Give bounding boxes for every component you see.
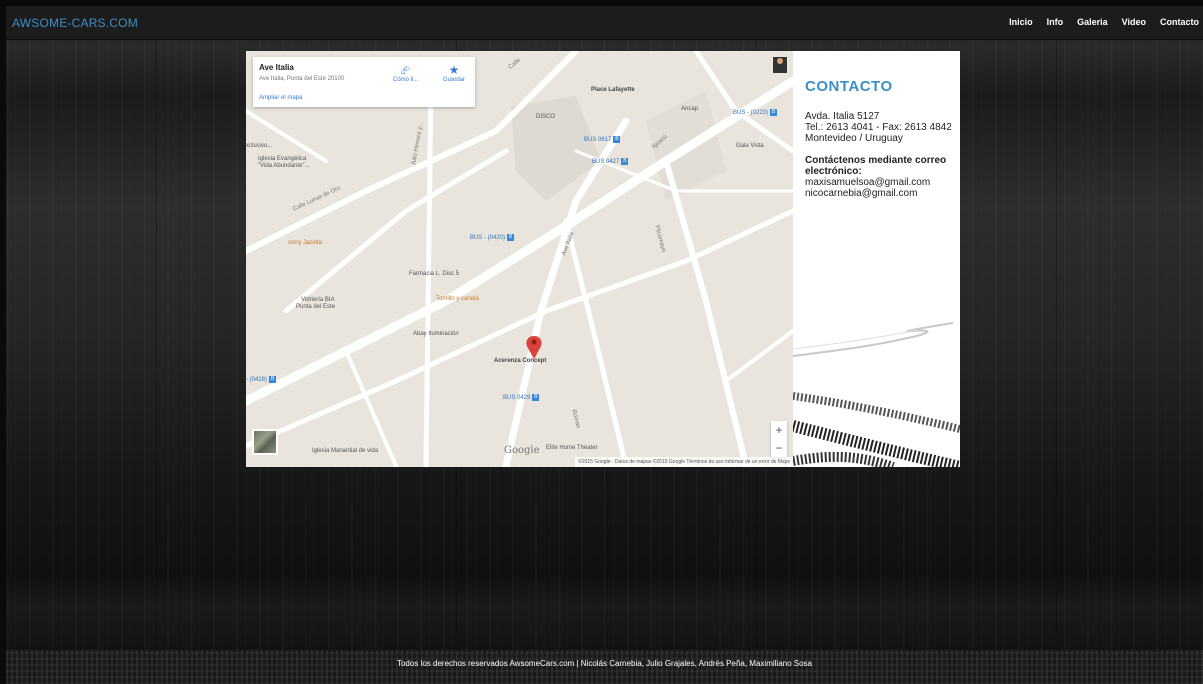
brand-logo[interactable]: AWSOME-CARS.COM: [12, 16, 138, 30]
place-title: Ave Italia: [259, 63, 294, 72]
zoom-out-button[interactable]: −: [771, 439, 787, 457]
save-label: Guardar: [443, 77, 466, 83]
directions-label: Cómo ll...: [393, 77, 419, 83]
content-panel: Ave Italia Ave Italia, Punta del Este 20…: [246, 51, 960, 467]
bus-stop-0428: - (0428) B: [246, 376, 277, 384]
google-logo: Google: [504, 445, 540, 456]
map-label-elite: Elite Home Theater: [546, 445, 598, 451]
map-label-acerenza: Acerenza Concept: [494, 358, 547, 364]
map-label-vidrieria-1: Vidriería BIA: [301, 297, 335, 303]
page-background: AWSOME-CARS.COM Inicio Info Galeria Vide…: [6, 6, 1203, 684]
place-address: Ave Italia, Punta del Este 20100: [259, 76, 345, 82]
bus-stop-0420: BUS - (0420) B: [470, 234, 515, 242]
nav-galeria[interactable]: Galeria: [1077, 17, 1108, 27]
directions-button[interactable]: ⮳ Cómo ll...: [393, 63, 418, 83]
main-nav: Inicio Info Galeria Video Contacto: [1009, 17, 1199, 27]
zoom-in-button[interactable]: +: [771, 421, 787, 439]
map-label-iglesia-1: Iglesia Evangélica: [258, 156, 307, 162]
bus-stop-0427: BUS 0427 B: [592, 158, 629, 166]
map-label-iglesia-2: "Vida Abundante"...: [258, 163, 310, 169]
footer-text: Todos los derechos reservados AwsomeCars…: [396, 659, 812, 668]
bus-stop-0617: BUS 0617 B: [584, 136, 621, 144]
map-label-place-lafayette: Place Lafayette: [591, 87, 635, 93]
satellite-toggle-thumbnail[interactable]: [252, 429, 278, 455]
directions-icon: ⮳: [400, 63, 411, 77]
map-label-disco: DISCO: [536, 114, 556, 120]
save-button[interactable]: ★ Guardar: [443, 63, 465, 83]
nav-video[interactable]: Video: [1122, 17, 1146, 27]
star-icon: ★: [448, 63, 460, 77]
map-label-abay: Abay Iluminación: [413, 331, 459, 337]
road-tire-tracks-decoration: [793, 322, 960, 467]
top-navbar: AWSOME-CARS.COM Inicio Info Galeria Vide…: [6, 6, 1203, 40]
enlarge-map-link[interactable]: Ampliar el mapa: [259, 95, 302, 101]
map-label-gala-vista: Gala Vista: [736, 143, 764, 149]
map-label-exclusivo: xclusivo...: [246, 143, 273, 149]
map-label-farmacia: Farmacia L. Disc 5: [409, 271, 460, 277]
embedded-map[interactable]: Ave Italia Ave Italia, Punta del Este 20…: [246, 51, 793, 467]
footer: Todos los derechos reservados AwsomeCars…: [6, 650, 1203, 684]
nav-inicio[interactable]: Inicio: [1009, 17, 1033, 27]
map-label-ancap: Ancap: [681, 106, 699, 112]
nav-contacto[interactable]: Contacto: [1160, 17, 1199, 27]
bus-stop-0223: BUS - (0223) B: [733, 109, 778, 117]
map-attribution[interactable]: ©2015 Google · Datos de mapas ©2015 Goog…: [575, 457, 793, 467]
map-roads: [246, 51, 793, 467]
map-label-iglesia-manantial: Iglesia Manantial de vida: [312, 448, 379, 454]
map-label-vidrieria-2: Punta del Este: [296, 304, 336, 310]
place-infobox: Ave Italia Ave Italia, Punta del Este 20…: [253, 57, 475, 107]
bus-stop-0429: BUS 0429 B: [503, 394, 540, 402]
map-label-sorry-jacinta: sorry Jacinta: [288, 240, 323, 246]
map-label-tomillo: Tomillo y canela: [436, 296, 479, 302]
contact-panel: CONTACTO Avda. Italia 5127 Tel.: 2613 40…: [793, 51, 960, 467]
zoom-control: + −: [771, 421, 787, 457]
nav-info[interactable]: Info: [1047, 17, 1064, 27]
street-view-pegman[interactable]: [773, 57, 787, 73]
